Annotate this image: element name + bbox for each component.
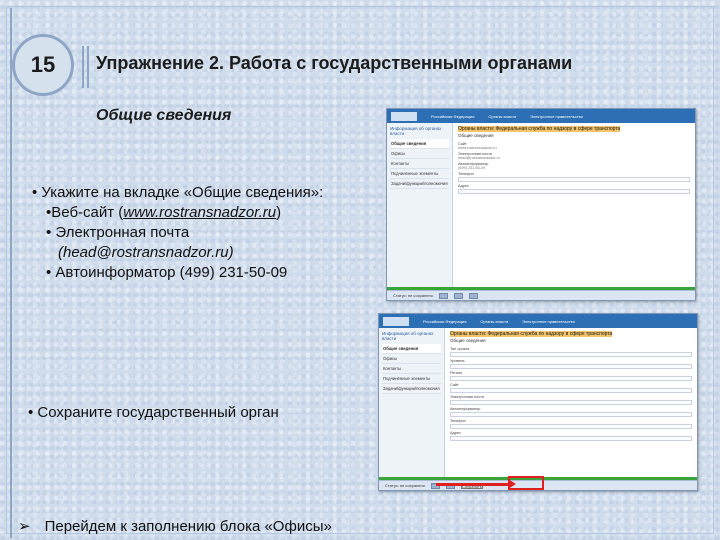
field-input[interactable] xyxy=(450,424,692,429)
form-heading-text: Органы власти: Федеральная служба по над… xyxy=(458,126,621,132)
field-label: Адрес xyxy=(450,431,461,435)
slide-number-badge: 15 xyxy=(12,34,74,96)
header-menu-item[interactable]: Органы власти xyxy=(480,319,508,324)
header-menu-item[interactable]: Российская Федерация xyxy=(431,114,474,119)
instructions-list: • Укажите на вкладке «Общие сведения»: •… xyxy=(32,183,323,283)
save-instruction-text: Сохраните государственный орган xyxy=(37,404,279,421)
bullet-website: •Веб-сайт (www.rostransnadzor.ru) xyxy=(46,204,282,221)
header-menu-item[interactable]: Электронное правительство xyxy=(530,114,583,119)
portal-form: Органы власти: Федеральная служба по над… xyxy=(445,328,697,480)
field-label: Телефон xyxy=(450,419,466,423)
autoinformer-text: Автоинформатор (499) 231-50-09 xyxy=(55,264,288,281)
field-input[interactable] xyxy=(450,400,692,405)
portal-header: Российская Федерация Органы власти Элект… xyxy=(387,109,695,123)
sidebar-item-offices[interactable]: Офисы xyxy=(382,354,441,364)
portal-screenshot-save: Российская Федерация Органы власти Элект… xyxy=(378,313,698,491)
left-accent-rule xyxy=(10,8,12,538)
sidebar-item-subordinate[interactable]: Подчинённые элементы xyxy=(382,374,441,384)
field-value[interactable]: (499) 231-50-09 xyxy=(458,166,690,170)
portal-logo xyxy=(391,111,417,121)
field-label: Адрес xyxy=(458,184,469,188)
arrow-bullet-icon: ➢ xyxy=(18,518,31,535)
header-menu-item[interactable]: Органы власти xyxy=(488,114,516,119)
portal-form: Органы власти: Федеральная служба по над… xyxy=(453,123,695,290)
portal-header: Российская Федерация Органы власти Элект… xyxy=(379,314,697,328)
website-suffix: ) xyxy=(276,204,282,221)
field-label: Сайт xyxy=(450,383,459,387)
field-label: Уровень xyxy=(450,359,465,363)
sidebar-item-offices[interactable]: Офисы xyxy=(390,149,449,159)
header-menu-item[interactable]: Российская Федерация xyxy=(423,319,466,324)
portal-screenshot-general-info: Российская Федерация Органы власти Элект… xyxy=(386,108,696,301)
field-value[interactable]: head@rostransnadzor.ru xyxy=(458,156,690,160)
title-rule-1 xyxy=(82,46,84,88)
next-step: ➢ Перейдем к заполнению блока «Офисы» xyxy=(18,517,332,536)
form-tab[interactable]: Общие сведения xyxy=(458,133,690,138)
portal-toolbar: Статус: не сохранено xyxy=(387,290,695,300)
form-heading-text: Органы власти: Федеральная служба по над… xyxy=(450,331,613,337)
website-link[interactable]: www.rostransnadzor.ru xyxy=(123,204,276,221)
field-input[interactable] xyxy=(450,388,692,393)
sidebar-item-contacts[interactable]: Контакты xyxy=(382,364,441,374)
field-label: Электронная почта xyxy=(450,395,484,399)
field-label: Автоинформатор xyxy=(450,407,481,411)
field-value[interactable]: www.rostransnadzor.ru xyxy=(458,146,690,150)
field-input[interactable] xyxy=(458,189,690,194)
form-heading: Органы власти: Федеральная служба по над… xyxy=(458,126,690,132)
sidebar-item-contacts[interactable]: Контакты xyxy=(390,159,449,169)
bullet-autoinformer: • Автоинформатор (499) 231-50-09 xyxy=(46,264,288,281)
pointer-arrow xyxy=(436,479,516,489)
portal-logo xyxy=(383,316,409,326)
sidebar-item-functions[interactable]: Задачи/функции/полномочия xyxy=(382,384,441,394)
slide-subtitle: Общие сведения xyxy=(96,107,232,124)
slide-title: Упражнение 2. Работа с государственными … xyxy=(96,53,573,73)
email-value: (head@rostransnadzor.ru) xyxy=(58,244,234,261)
sidebar-item-general[interactable]: Общие сведения xyxy=(390,139,449,149)
save-instruction: • Сохраните государственный орган xyxy=(28,404,279,421)
sidebar-item-functions[interactable]: Задачи/функции/полномочия xyxy=(390,179,449,189)
slide-number: 15 xyxy=(30,52,56,77)
toolbar-button[interactable] xyxy=(453,292,463,299)
toolbar-button[interactable] xyxy=(438,292,448,299)
sidebar-heading: Информация об органах власти xyxy=(390,126,442,136)
bullet-email: • Электронная почта xyxy=(46,224,190,241)
toolbar-status: Статус: не сохранено xyxy=(385,483,425,488)
field-input[interactable] xyxy=(450,436,692,441)
toolbar-button[interactable] xyxy=(468,292,478,299)
field-input[interactable] xyxy=(450,376,692,381)
next-step-text: Перейдем к заполнению блока «Офисы» xyxy=(44,517,332,535)
sidebar-heading: Информация об органах власти xyxy=(382,331,434,341)
bullet-main: • Укажите на вкладке «Общие сведения»: xyxy=(32,184,324,201)
save-button-highlight xyxy=(508,476,544,490)
field-label: Телефон xyxy=(458,172,474,176)
email-label: Электронная почта xyxy=(55,224,190,241)
field-label: Тип органа xyxy=(450,347,470,351)
field-input[interactable] xyxy=(450,364,692,369)
field-input[interactable] xyxy=(458,177,690,182)
sidebar-item-subordinate[interactable]: Подчинённые элементы xyxy=(390,169,449,179)
field-input[interactable] xyxy=(450,352,692,357)
form-heading: Органы власти: Федеральная служба по над… xyxy=(450,331,692,337)
title-rule-2 xyxy=(87,46,89,88)
field-label: Регион xyxy=(450,371,463,375)
website-prefix: Веб-сайт ( xyxy=(51,204,124,221)
header-menu-item[interactable]: Электронное правительство xyxy=(522,319,575,324)
toolbar-status: Статус: не сохранено xyxy=(393,293,433,298)
field-input[interactable] xyxy=(450,412,692,417)
sidebar-item-general[interactable]: Общие сведения xyxy=(382,344,441,354)
form-tab[interactable]: Общие сведения xyxy=(450,338,692,343)
portal-sidebar: Информация об органах власти Общие сведе… xyxy=(379,328,445,480)
portal-sidebar: Информация об органах власти Общие сведе… xyxy=(387,123,453,290)
bullet-main-text: Укажите на вкладке «Общие сведения»: xyxy=(41,184,324,201)
